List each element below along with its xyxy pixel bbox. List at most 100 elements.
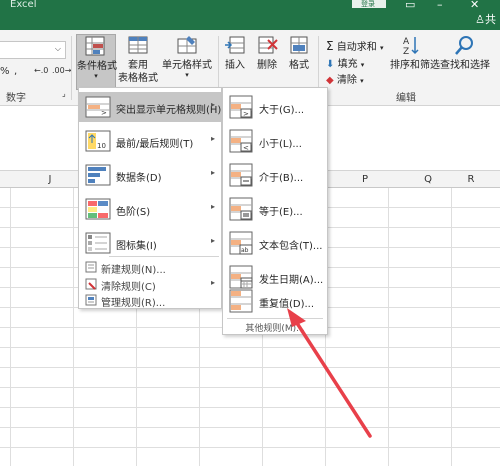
manage-rules-icon <box>85 294 97 306</box>
submenu-item-equal-to[interactable]: 等于(E)... <box>223 192 327 226</box>
svg-text:>: > <box>243 110 249 118</box>
new-rule-icon <box>85 261 97 273</box>
menu-item-label: 色阶(S) <box>116 207 151 218</box>
format-label: 格式 <box>289 60 309 71</box>
eraser-icon: ◆ <box>326 75 334 86</box>
ribbon-divider <box>71 36 72 100</box>
delete-cells-icon <box>258 36 278 54</box>
close-icon[interactable]: ✕ <box>470 0 479 10</box>
submenu-arrow-icon: ▸ <box>210 100 215 109</box>
insert-cells-icon <box>225 36 245 54</box>
group-label-edit: 编辑 <box>396 93 416 104</box>
table-format-button[interactable]: 套用 表格格式 <box>118 34 158 90</box>
top-bottom-icon: 10 <box>85 130 111 152</box>
submenu-item-more-rules[interactable]: 其他规则(M)... <box>223 321 327 334</box>
chevron-down-icon: ⌵ <box>54 44 61 53</box>
submenu-item-between[interactable]: 介于(B)... <box>223 158 327 192</box>
find-select-label: 查找和选择 <box>440 60 490 71</box>
color-scale-icon <box>85 198 111 220</box>
window-options-icon[interactable]: ▭ <box>405 0 415 10</box>
submenu-item-less-than[interactable]: < 小于(L)... <box>223 124 327 158</box>
highlight-cells-icon: > <box>85 96 111 118</box>
delete-label: 删除 <box>257 60 277 71</box>
submenu-item-label: 小于(L)... <box>259 139 302 150</box>
format-button[interactable]: 格式 <box>286 34 312 90</box>
between-icon <box>229 163 253 187</box>
submenu-arrow-icon: ▸ <box>210 202 215 211</box>
delete-button[interactable]: 删除 <box>254 34 280 90</box>
submenu-arrow-icon: ▸ <box>210 168 215 177</box>
share-button[interactable]: ♙共 <box>475 11 496 27</box>
sort-filter-icon: A Z <box>403 37 419 56</box>
dialog-launcher-icon[interactable]: ⌟ <box>62 89 66 98</box>
menu-item-manage-rules[interactable]: 管理规则(R)... <box>79 291 221 309</box>
menu-item-color-scale[interactable]: 色阶(S) ▸ <box>79 194 221 224</box>
chevron-down-icon: ▾ <box>360 77 364 85</box>
table-format-label-1: 套用 <box>128 60 148 71</box>
clear-button[interactable]: ◆ 清除 ▾ <box>326 71 364 86</box>
duplicate-values-icon <box>229 289 253 313</box>
autosum-button[interactable]: Σ 自动求和 ▾ <box>326 38 383 53</box>
menu-item-label: 突出显示单元格规则(H) <box>116 105 222 116</box>
comma-style-button[interactable]: , <box>14 66 17 77</box>
conditional-format-button[interactable]: 条件格式 ▾ <box>76 34 117 90</box>
menu-item-label: 最前/最后规则(T) <box>116 139 194 150</box>
submenu-item-label: 重复值(D)... <box>259 299 315 310</box>
sort-filter-button[interactable]: A Z 排序和筛选 <box>390 34 440 90</box>
menu-item-data-bars[interactable]: 数据条(D) ▸ <box>79 160 221 190</box>
window-title: Excel <box>10 0 37 10</box>
menu-item-top-bottom[interactable]: 10 最前/最后规则(T) ▸ <box>79 126 221 156</box>
cell-style-icon <box>177 36 197 54</box>
signin-label: 登录 <box>361 0 375 8</box>
signin-button[interactable]: 登录 <box>352 0 386 8</box>
menu-item-new-rule[interactable]: 新建规则(N)... <box>79 258 221 276</box>
submenu-item-text-contains[interactable]: ab 文本包含(T)... <box>223 226 327 260</box>
search-icon <box>455 36 473 55</box>
menu-item-label: 图标集(I) <box>116 241 157 252</box>
find-select-button[interactable]: 查找和选择 <box>440 34 490 90</box>
autosum-label: 自动求和 <box>336 42 377 53</box>
number-format-select[interactable]: ⌵ <box>0 41 66 59</box>
svg-text:A: A <box>403 37 410 47</box>
fill-down-icon: ⬇ <box>326 59 335 70</box>
table-format-icon <box>128 36 148 54</box>
minimize-icon[interactable]: – <box>437 0 443 10</box>
menu-item-highlight-cells[interactable]: > 突出显示单元格规则(H) ▸ <box>79 92 221 122</box>
title-bar: Excel 登录 ▭ – ✕ ♙共 <box>0 0 500 30</box>
chevron-down-icon: ▾ <box>360 61 365 69</box>
chevron-down-icon: ▾ <box>94 72 98 80</box>
clear-label: 清除 <box>336 75 357 86</box>
insert-label: 插入 <box>225 60 245 71</box>
icon-sets-icon <box>85 232 111 254</box>
increase-decimal-button[interactable]: ←.0 <box>34 66 48 75</box>
conditional-format-icon <box>85 36 105 56</box>
submenu-item-duplicate-values[interactable]: 重复值(D)... <box>223 284 327 318</box>
clear-rules-icon <box>85 278 97 290</box>
conditional-format-menu: > 突出显示单元格规则(H) ▸ 10 最前/最后规则(T) ▸ 数据条(D) … <box>78 87 222 309</box>
svg-text:Z: Z <box>403 47 409 56</box>
column-header-q[interactable]: Q <box>418 174 438 185</box>
submenu-item-label: 大于(G)... <box>259 105 305 116</box>
sort-filter-label: 排序和筛选 <box>390 60 440 71</box>
fill-button[interactable]: ⬇ 填充 ▾ <box>326 55 364 70</box>
svg-text:ab: ab <box>241 247 249 254</box>
insert-button[interactable]: 插入 <box>222 34 248 90</box>
submenu-arrow-icon: ▸ <box>210 278 215 287</box>
column-header-r[interactable]: R <box>461 174 481 185</box>
submenu-item-label: 介于(B)... <box>259 173 304 184</box>
decrease-decimal-button[interactable]: .00→ <box>52 66 71 75</box>
submenu-item-label: 等于(E)... <box>259 207 303 218</box>
person-icon: ♙ <box>475 13 485 26</box>
submenu-item-greater-than[interactable]: > 大于(G)... <box>223 90 327 124</box>
menu-item-label: 管理规则(R)... <box>101 298 166 309</box>
equal-to-icon <box>229 197 253 221</box>
cell-style-button[interactable]: 单元格样式 ▾ <box>162 34 212 90</box>
menu-item-icon-sets[interactable]: 图标集(I) ▸ <box>79 228 221 258</box>
table-format-label-2: 表格格式 <box>118 73 158 84</box>
svg-text:10: 10 <box>97 142 106 150</box>
column-header-j[interactable]: J <box>40 174 60 185</box>
column-header-p[interactable]: P <box>355 174 375 185</box>
share-label: 共 <box>485 13 496 26</box>
percent-style-button[interactable]: % <box>0 66 10 77</box>
greater-than-icon: > <box>229 95 253 119</box>
